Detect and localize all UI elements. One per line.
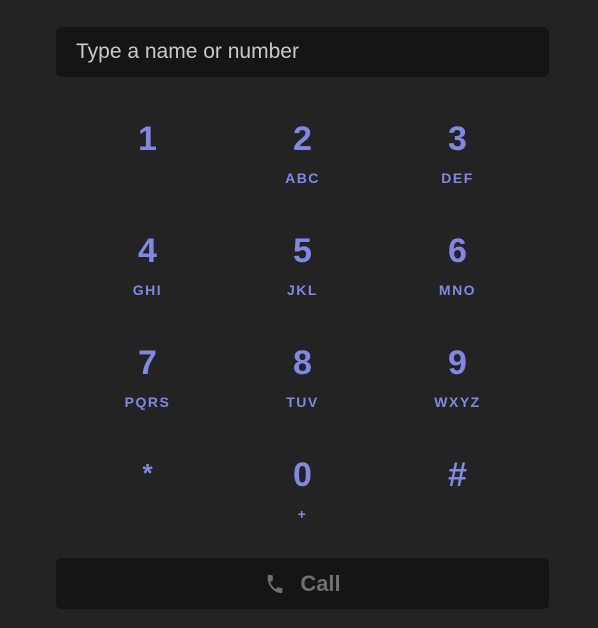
key-8[interactable]: 8 TUV: [225, 328, 380, 440]
key-digit: 0: [293, 456, 312, 494]
search-field[interactable]: [56, 27, 549, 77]
key-1[interactable]: 1: [70, 104, 225, 216]
key-letters: WXYZ: [434, 394, 481, 410]
key-star[interactable]: *: [70, 440, 225, 552]
key-letters: PQRS: [124, 394, 171, 410]
key-digit: 3: [448, 120, 467, 158]
search-input[interactable]: [76, 40, 529, 64]
key-letters: MNO: [438, 282, 477, 298]
key-digit: #: [448, 456, 467, 494]
phone-icon: [264, 571, 286, 597]
key-3[interactable]: 3 DEF: [380, 104, 535, 216]
key-0[interactable]: 0 +: [225, 440, 380, 552]
key-letters: JKL: [287, 282, 318, 298]
key-letters: GHI: [132, 282, 163, 298]
dialer-panel: 1 2 ABC 3 DEF 4 GHI 5 JKL 6 MNO 7 PQRS 8: [0, 0, 598, 628]
key-6[interactable]: 6 MNO: [380, 216, 535, 328]
key-digit: 2: [293, 120, 312, 158]
key-digit: 8: [293, 344, 312, 382]
key-letters: TUV: [286, 394, 319, 410]
key-7[interactable]: 7 PQRS: [70, 328, 225, 440]
key-letters: DEF: [441, 170, 474, 186]
key-digit: 4: [138, 232, 157, 270]
key-2[interactable]: 2 ABC: [225, 104, 380, 216]
key-5[interactable]: 5 JKL: [225, 216, 380, 328]
key-letters: ABC: [285, 170, 320, 186]
key-digit: 1: [138, 120, 157, 158]
key-digit: *: [142, 458, 153, 488]
key-letters: +: [297, 506, 308, 522]
key-digit: 6: [448, 232, 467, 270]
key-digit: 7: [138, 344, 157, 382]
key-9[interactable]: 9 WXYZ: [380, 328, 535, 440]
call-button[interactable]: Call: [56, 558, 549, 609]
key-digit: 5: [293, 232, 312, 270]
call-button-label: Call: [300, 570, 341, 596]
key-4[interactable]: 4 GHI: [70, 216, 225, 328]
key-hash[interactable]: #: [380, 440, 535, 552]
keypad: 1 2 ABC 3 DEF 4 GHI 5 JKL 6 MNO 7 PQRS 8: [70, 104, 535, 552]
key-digit: 9: [448, 344, 467, 382]
